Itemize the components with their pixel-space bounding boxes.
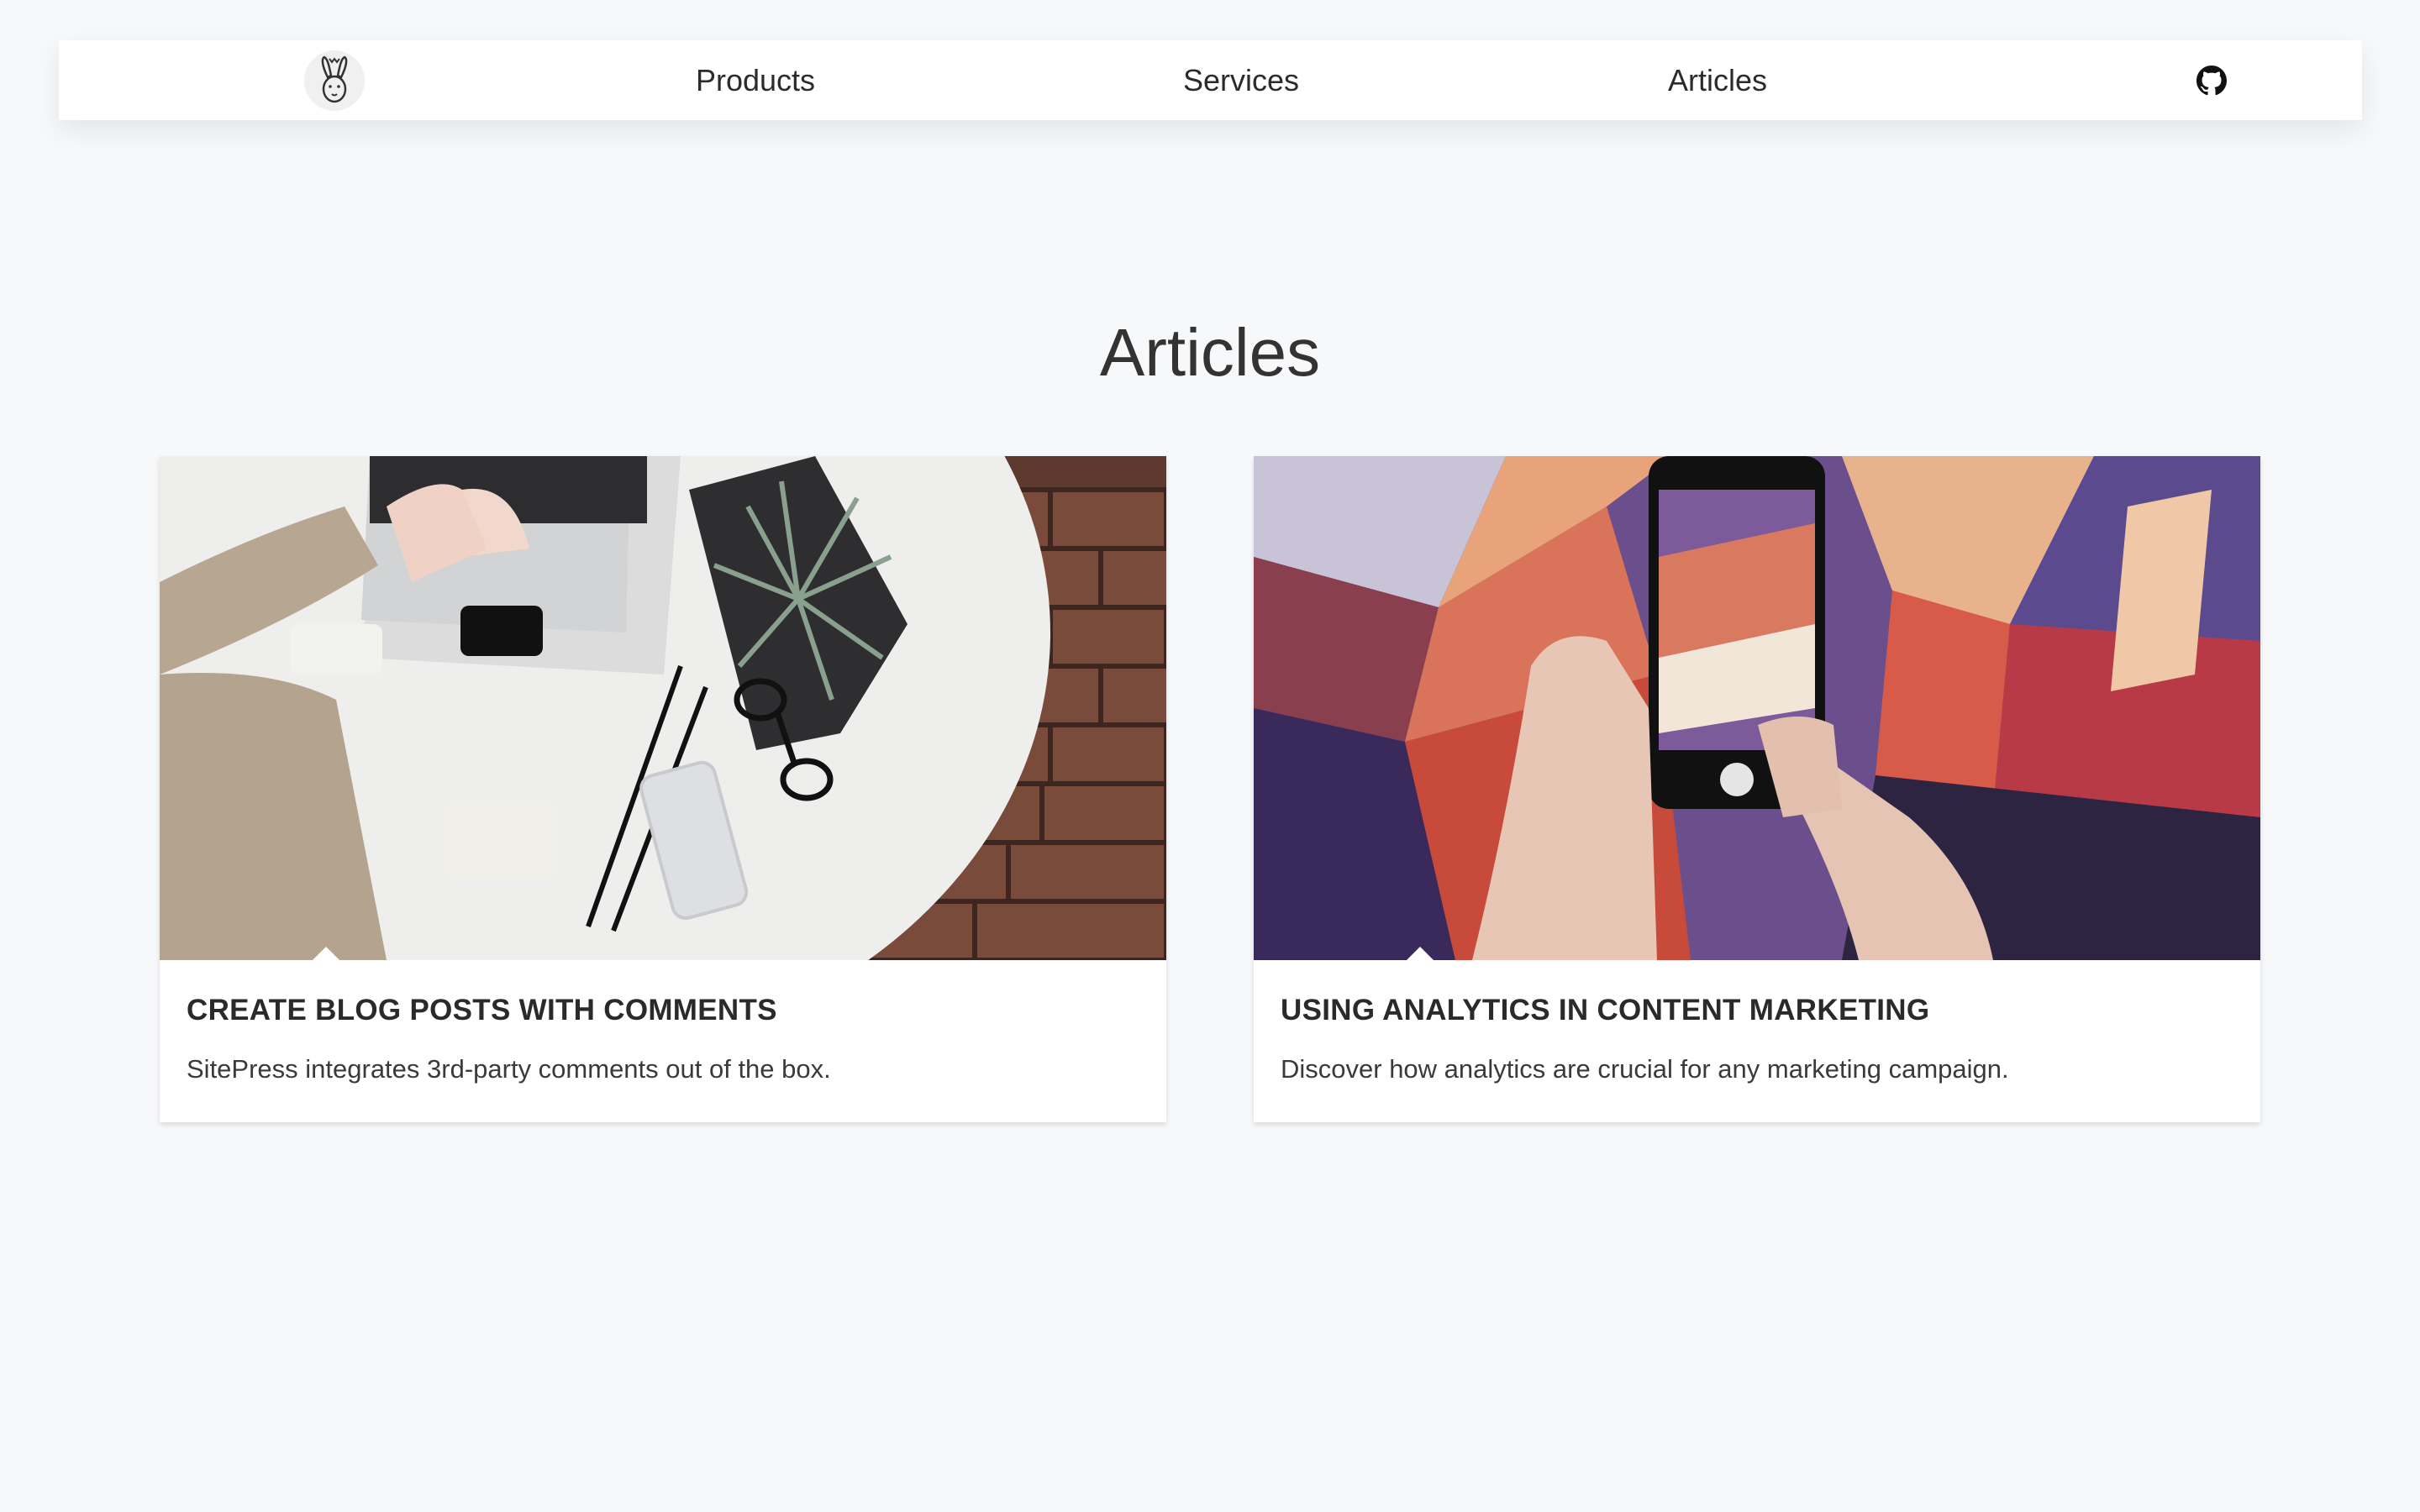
article-title[interactable]: USING ANALYTICS IN CONTENT MARKETING (1281, 994, 1929, 1027)
image-notch (313, 947, 339, 960)
phone-graffiti-photo[interactable] (1254, 456, 2260, 960)
github-icon[interactable] (2196, 66, 2227, 96)
article-description: SitePress integrates 3rd-party comments … (187, 1054, 831, 1084)
top-navbar: Products Services Articles (59, 40, 2362, 120)
article-card[interactable]: CREATE BLOG POSTS WITH COMMENTS SitePres… (160, 456, 1166, 1122)
nav-services-link[interactable]: Services (1183, 40, 1299, 120)
article-description: Discover how analytics are crucial for a… (1281, 1054, 2009, 1084)
nav-products-link[interactable]: Products (696, 40, 815, 120)
nav-articles-link[interactable]: Articles (1668, 40, 1767, 120)
page-title: Articles (1099, 315, 1321, 390)
rabbit-logo-icon[interactable] (304, 50, 365, 111)
laptop-desk-photo[interactable] (160, 456, 1166, 960)
article-title[interactable]: CREATE BLOG POSTS WITH COMMENTS (187, 994, 777, 1027)
article-card[interactable]: USING ANALYTICS IN CONTENT MARKETING Dis… (1254, 456, 2260, 1122)
image-notch (1407, 947, 1434, 960)
